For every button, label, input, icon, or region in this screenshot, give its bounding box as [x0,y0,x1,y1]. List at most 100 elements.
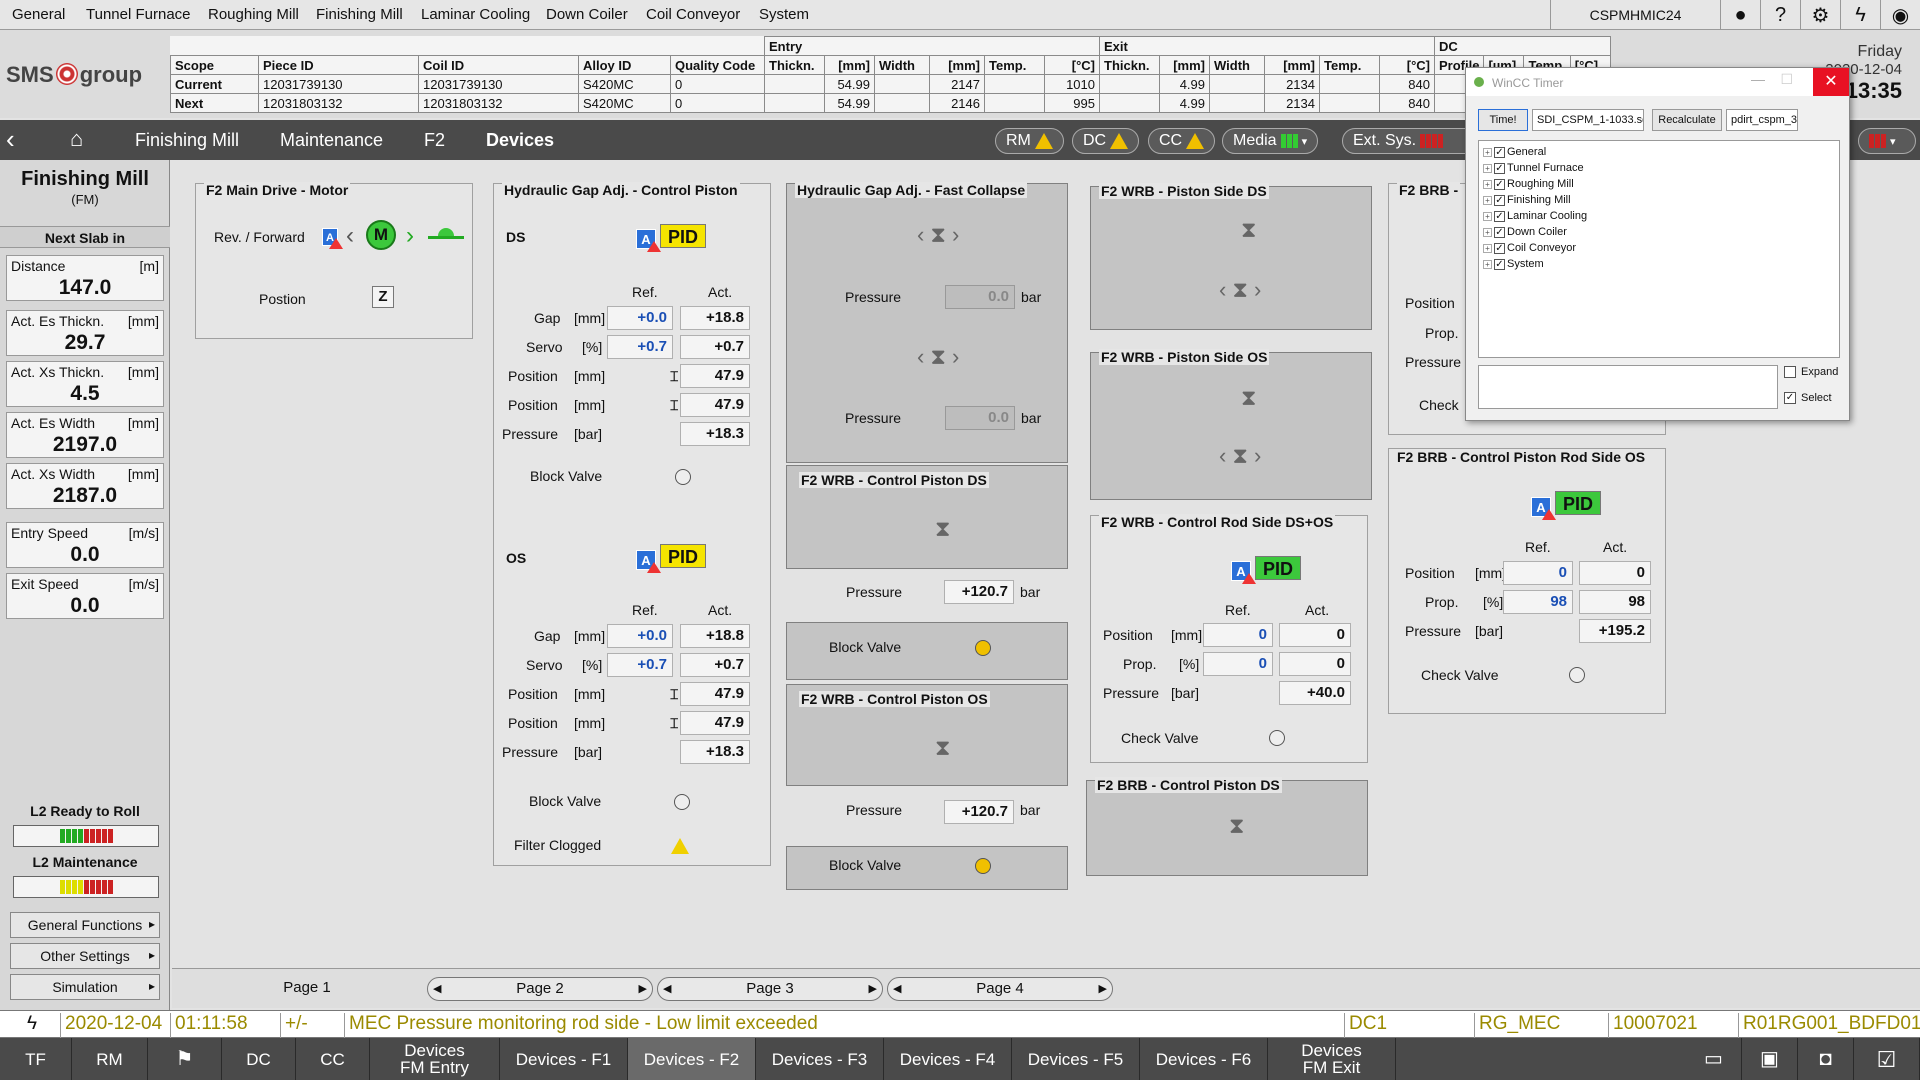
tree-item-tunnel-furnace[interactable]: + ✓ Tunnel Furnace [1483,161,1584,175]
flag-icon[interactable]: ⚑ [148,1038,222,1080]
lightning-icon[interactable]: ϟ [1840,0,1880,30]
breadcrumb-finishing-mill[interactable]: Finishing Mill [135,130,239,151]
expand-checkbox[interactable]: Expand [1784,366,1838,378]
expand-icon[interactable]: + [1483,195,1492,205]
ext-sys-button[interactable]: Ext. Sys. [1342,128,1466,154]
tree-item-laminar-cooling[interactable]: + ✓ Laminar Cooling [1483,209,1587,223]
cc-status-button[interactable]: CC [1148,128,1216,154]
eye-icon[interactable]: ◉ [1880,0,1920,30]
page-4-button[interactable]: Page 4 [887,977,1113,1001]
auto-mode-icon[interactable]: A [636,550,661,573]
nav-rm[interactable]: RM [72,1038,148,1080]
output-textarea[interactable] [1478,365,1778,409]
back-icon[interactable]: ‹ [6,124,15,155]
chevron-left-icon[interactable]: ‹ [346,222,354,250]
servo-ref-field[interactable]: +0.7 [607,335,673,359]
expand-icon[interactable]: + [1483,243,1492,253]
breadcrumb-f2[interactable]: F2 [424,130,445,151]
general-functions-menu[interactable]: General Functions [10,912,160,938]
tree-item-general[interactable]: + ✓ General [1483,145,1546,159]
menu-roughing-mill[interactable]: Roughing Mill [208,6,299,23]
select-checkbox[interactable]: ✓ Select [1784,392,1832,404]
servo-ref-field[interactable]: +0.7 [607,653,673,677]
menu-coil-conveyor[interactable]: Coil Conveyor [646,6,740,23]
nav-devices-f3[interactable]: Devices - F3 [756,1038,884,1080]
maximize-icon[interactable]: ☐ [1780,71,1793,88]
pid-button[interactable]: PID [1555,491,1601,515]
menu-system[interactable]: System [759,6,809,23]
chevron-right-icon[interactable]: › [406,222,414,250]
menu-finishing-mill[interactable]: Finishing Mill [316,6,403,23]
position-ref-field[interactable]: 0 [1203,623,1273,647]
nav-devices-f1[interactable]: Devices - F1 [500,1038,628,1080]
pid-button[interactable]: PID [1255,556,1301,580]
nav-devices-f2[interactable]: Devices - F2 [628,1038,756,1080]
help-icon[interactable]: ? [1760,0,1800,30]
nav-devices-f6[interactable]: Devices - F6 [1140,1038,1268,1080]
media-button[interactable]: Media ▾ [1222,128,1319,154]
tree-item-roughing-mill[interactable]: + ✓ Roughing Mill [1483,177,1574,191]
expand-icon[interactable]: + [1483,227,1492,237]
page-3-button[interactable]: Page 3 [657,977,883,1001]
expand-icon[interactable]: + [1483,163,1492,173]
auto-mode-icon[interactable]: A [1531,497,1556,520]
checkbox-unchecked-icon[interactable] [1784,366,1796,378]
recalculate-button[interactable]: Recalculate [1652,109,1722,131]
time-button[interactable]: Time! [1478,109,1528,131]
sql-file-input[interactable]: SDI_CSPM_1-1033.sql [1532,109,1644,131]
nav-cc[interactable]: CC [296,1038,370,1080]
checkbox-icon[interactable]: ☑ [1854,1038,1920,1080]
monitor-icon[interactable]: ▣ [1742,1038,1798,1080]
camera-icon[interactable]: ◘ [1798,1038,1854,1080]
gear-icon[interactable]: ⚙ [1800,0,1840,30]
nav-devices-fm-exit[interactable]: Devices FM Exit [1268,1038,1396,1080]
checkbox-checked-icon[interactable]: ✓ [1494,226,1505,238]
page-2-button[interactable]: Page 2 [427,977,653,1001]
menu-laminar-cooling[interactable]: Laminar Cooling [421,6,530,23]
nav-devices-f5[interactable]: Devices - F5 [1012,1038,1140,1080]
rm-status-button[interactable]: RM [995,128,1064,154]
minimize-icon[interactable]: — [1751,71,1765,87]
expand-icon[interactable]: + [1483,147,1492,157]
other-settings-menu[interactable]: Other Settings [10,943,160,969]
area-tree[interactable]: + ✓ General + ✓ Tunnel Furnace + ✓ Roughing Mi… [1478,140,1840,358]
gap-ref-field[interactable]: +0.0 [607,624,673,648]
alarm-lightning-icon[interactable]: ϟ [0,1013,60,1039]
auto-mode-icon[interactable]: A [1231,561,1256,584]
alarm-message-bar[interactable]: ϟ 2020-12-04 01:11:58 +/- MEC Pressure m… [0,1010,1920,1039]
zero-button[interactable]: Z [372,286,394,308]
dc-status-button[interactable]: DC [1072,128,1140,154]
screen-icon[interactable]: ▭ [1686,1038,1742,1080]
expand-icon[interactable]: + [1483,211,1492,221]
prop-ref-field[interactable]: 98 [1503,590,1573,614]
menu-tunnel-furnace[interactable]: Tunnel Furnace [86,6,191,23]
info-icon[interactable]: ● [1720,0,1760,30]
checkbox-checked-icon[interactable]: ✓ [1494,146,1505,158]
pid-os-button[interactable]: PID [660,544,706,568]
nav-devices-f4[interactable]: Devices - F4 [884,1038,1012,1080]
simulation-menu[interactable]: Simulation [10,974,160,1000]
auto-mode-icon[interactable]: A [636,229,661,252]
position-ref-field[interactable]: 0 [1503,561,1573,585]
target-input[interactable]: pdirt_cspm_3 [1726,109,1798,131]
nav-dc[interactable]: DC [222,1038,296,1080]
close-icon[interactable]: ✕ [1813,68,1849,96]
checkbox-checked-icon[interactable]: ✓ [1494,162,1505,174]
home-icon[interactable]: ⌂ [70,126,83,152]
menu-down-coiler[interactable]: Down Coiler [546,6,628,23]
breadcrumb-maintenance[interactable]: Maintenance [280,130,383,151]
alarm-leds-button[interactable]: ▾ [1858,128,1916,154]
tree-item-down-coiler[interactable]: + ✓ Down Coiler [1483,225,1567,239]
checkbox-checked-icon[interactable]: ✓ [1494,210,1505,222]
checkbox-checked-icon[interactable]: ✓ [1494,258,1505,270]
pid-ds-button[interactable]: PID [660,224,706,248]
menu-general[interactable]: General [12,6,65,23]
expand-icon[interactable]: + [1483,179,1492,189]
tree-item-system[interactable]: + ✓ System [1483,257,1544,271]
checkbox-checked-icon[interactable]: ✓ [1784,392,1796,404]
motor-icon[interactable]: M [366,220,396,250]
prop-ref-field[interactable]: 0 [1203,652,1273,676]
checkbox-checked-icon[interactable]: ✓ [1494,242,1505,254]
expand-icon[interactable]: + [1483,259,1492,269]
checkbox-checked-icon[interactable]: ✓ [1494,178,1505,190]
